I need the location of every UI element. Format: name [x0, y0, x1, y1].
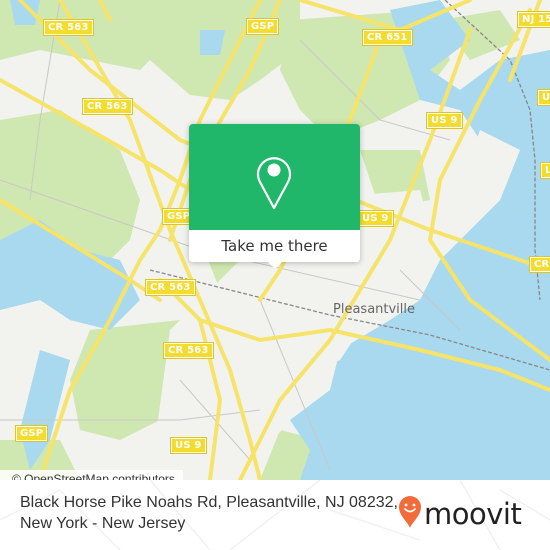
address-line-1: Black Horse Pike Noahs Rd, Pleasantville…: [20, 494, 398, 511]
road-shield-nj15: NJ 15: [517, 11, 550, 28]
popup-header: [189, 124, 360, 230]
road-shield-us9: US 9: [357, 210, 394, 227]
moovit-wordmark: moovit: [424, 497, 522, 531]
moovit-pin-icon: [398, 495, 422, 533]
moovit-logo[interactable]: moovit: [398, 494, 522, 534]
road-shield-l: L: [540, 162, 550, 179]
address-text: Black Horse Pike Noahs Rd, Pleasantville…: [20, 492, 400, 534]
road-shield-cr563: CR 563: [82, 98, 133, 115]
road-shield-cr: CR: [528, 256, 550, 273]
road-shield-us: US: [537, 89, 550, 106]
road-shield-cr563: CR 563: [163, 342, 214, 359]
map-attribution[interactable]: © OpenStreetMap contributors: [0, 470, 183, 480]
road-shield-us9: US 9: [170, 437, 207, 454]
address-line-2: New York - New Jersey: [20, 515, 186, 532]
road-shield-us9: US 9: [426, 112, 463, 129]
road-shield-gsp: GSP: [14, 425, 49, 442]
place-label-pleasantville: Pleasantville: [333, 302, 416, 317]
road-shield-gsp: GSP: [245, 18, 280, 35]
location-popup: Take me there: [189, 124, 360, 269]
road-shield-cr563: CR 563: [145, 279, 196, 296]
road-shield-cr563: CR 563: [43, 19, 94, 36]
map-view[interactable]: CR 563 GSP CR 563 CR 651 NJ 15 US 9 US 9…: [0, 0, 550, 480]
take-me-there-button[interactable]: Take me there: [189, 230, 360, 262]
road-shield-cr651: CR 651: [362, 29, 413, 46]
popup-pointer: [267, 261, 283, 269]
